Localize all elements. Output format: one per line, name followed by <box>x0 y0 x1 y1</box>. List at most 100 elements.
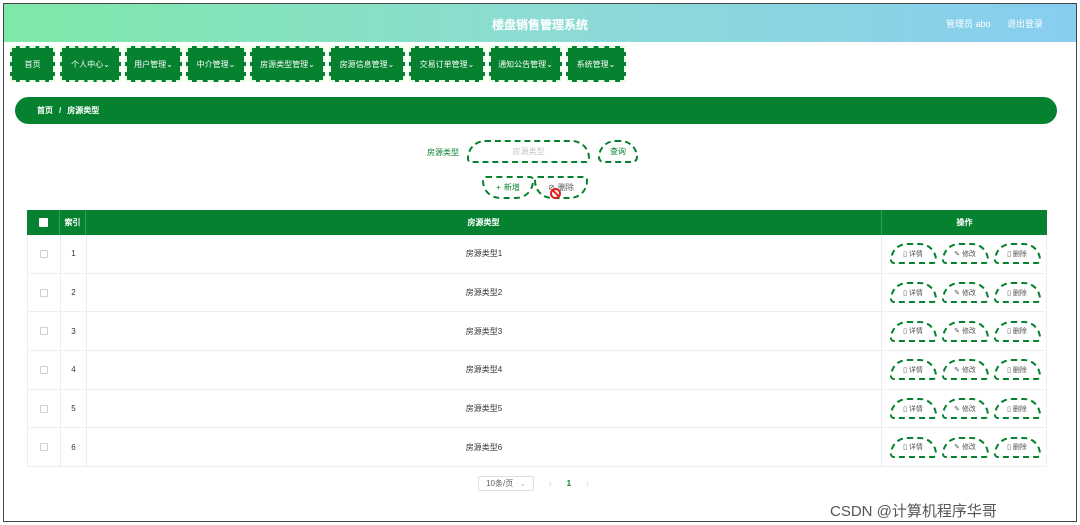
chevron-down-icon: ⌄ <box>467 59 475 69</box>
next-page-icon[interactable]: › <box>586 479 589 488</box>
row-type: 房源类型6 <box>86 428 882 467</box>
edit-icon: ✎ <box>954 444 960 452</box>
document-icon: ▯ <box>903 444 907 452</box>
header: 楼盘销售管理系统 管理员 abo 退出登录 <box>4 4 1076 42</box>
row-checkbox-cell <box>28 351 60 389</box>
row-checkbox-cell <box>28 312 60 350</box>
row-checkbox[interactable] <box>40 404 48 413</box>
detail-button[interactable]: ▯ 详情 <box>889 243 937 265</box>
nav-item-system[interactable]: 系统管理 ⌄ <box>566 46 626 82</box>
edit-button[interactable]: ✎ 修改 <box>941 320 989 342</box>
edit-button[interactable]: ✎ 修改 <box>941 282 989 304</box>
delete-button[interactable]: ⊘ 删除 <box>534 176 588 199</box>
row-checkbox[interactable] <box>40 327 48 336</box>
row-delete-button[interactable]: ▯ 删除 <box>993 320 1041 342</box>
app-title: 楼盘销售管理系统 <box>491 18 588 32</box>
search-input[interactable] <box>467 140 590 163</box>
row-ops: ▯ 详情 ✎ 修改 ▯ 删除 <box>882 390 1048 428</box>
edit-button[interactable]: ✎ 修改 <box>941 398 989 420</box>
trash-icon: ▯ <box>1007 405 1011 413</box>
nav-item-house-info[interactable]: 房源信息管理 ⌄ <box>329 46 405 82</box>
row-delete-button[interactable]: ▯ 删除 <box>993 359 1041 381</box>
row-checkbox[interactable] <box>40 288 48 297</box>
table-body: 1 房源类型1 ▯ 详情 ✎ 修改 ▯ 删除 2 房源类型2 ▯ 详情 ✎ 修改 ▯ 删除 … <box>27 235 1048 468</box>
trash-icon: ▯ <box>1007 444 1011 452</box>
chevron-down-icon: ⌄ <box>546 59 553 69</box>
header-type: 房源类型 <box>85 210 881 235</box>
edit-icon: ✎ <box>954 328 960 336</box>
edit-icon: ✎ <box>954 250 960 258</box>
detail-button[interactable]: ▯ 详情 <box>889 436 937 458</box>
row-delete-button[interactable]: ▯ 删除 <box>993 282 1041 304</box>
document-icon: ▯ <box>903 250 907 258</box>
table-row: 5 房源类型5 ▯ 详情 ✎ 修改 ▯ 删除 <box>27 389 1048 429</box>
detail-button[interactable]: ▯ 详情 <box>889 398 937 420</box>
breadcrumb: 首页 / 房源类型 <box>15 97 1057 124</box>
chevron-down-icon: ⌄ <box>608 59 616 69</box>
chevron-down-icon: ⌄ <box>228 59 236 69</box>
edit-icon: ✎ <box>954 366 960 374</box>
query-button[interactable]: 查询 <box>598 140 638 163</box>
row-type: 房源类型2 <box>86 273 882 312</box>
breadcrumb-home[interactable]: 首页 <box>37 105 53 116</box>
nav-item-profile[interactable]: 个人中心 ⌄ <box>60 46 121 82</box>
row-checkbox-cell <box>28 390 60 428</box>
row-checkbox[interactable] <box>40 365 48 374</box>
document-icon: ▯ <box>903 405 907 413</box>
row-checkbox-cell <box>28 428 60 466</box>
trash-icon: ▯ <box>1007 328 1011 336</box>
chevron-down-icon: ⌄ <box>308 59 315 69</box>
table-row: 3 房源类型3 ▯ 详情 ✎ 修改 ▯ 删除 <box>27 312 1048 352</box>
row-checkbox-cell <box>28 274 60 312</box>
document-icon: ▯ <box>903 328 907 336</box>
row-index: 2 <box>60 273 86 312</box>
page-number[interactable]: 1 <box>567 479 571 488</box>
chevron-down-icon: ⌄ <box>519 479 526 488</box>
select-all-cell <box>27 210 59 235</box>
edit-button[interactable]: ✎ 修改 <box>941 243 989 265</box>
row-checkbox[interactable] <box>40 443 48 452</box>
row-type: 房源类型4 <box>86 351 882 389</box>
row-delete-button[interactable]: ▯ 删除 <box>993 398 1041 420</box>
detail-button[interactable]: ▯ 详情 <box>889 320 937 342</box>
row-ops: ▯ 详情 ✎ 修改 ▯ 删除 <box>882 274 1048 312</box>
row-delete-button[interactable]: ▯ 删除 <box>993 243 1041 265</box>
house-type-table: 索引 房源类型 操作 1 房源类型1 ▯ 详情 ✎ 修改 ▯ 删除 2 房源类型2 ▯… <box>27 210 1048 468</box>
row-type: 房源类型3 <box>86 312 882 351</box>
table-row: 4 房源类型4 ▯ 详情 ✎ 修改 ▯ 删除 <box>27 351 1047 390</box>
row-ops: ▯ 详情 ✎ 修改 ▯ 删除 <box>882 428 1048 466</box>
row-delete-button[interactable]: ▯ 删除 <box>993 436 1041 458</box>
edit-button[interactable]: ✎ 修改 <box>941 359 989 381</box>
page-size-select[interactable]: 10条/页 ⌄ <box>478 476 534 491</box>
detail-button[interactable]: ▯ 详情 <box>889 359 937 381</box>
pagination: 10条/页 ⌄ ‹ 1 › <box>478 476 589 491</box>
trash-icon: ▯ <box>1007 250 1011 258</box>
table-row: 1 房源类型1 ▯ 详情 ✎ 修改 ▯ 删除 <box>27 235 1047 274</box>
chevron-down-icon: ⌄ <box>103 59 110 69</box>
nav-item-home[interactable]: 首页 <box>10 46 55 82</box>
prev-page-icon[interactable]: ‹ <box>549 479 552 488</box>
chevron-down-icon: ⌄ <box>387 59 395 69</box>
nav-item-orders[interactable]: 交易订单管理 ⌄ <box>409 46 485 82</box>
table-row: 6 房源类型6 ▯ 详情 ✎ 修改 ▯ 删除 <box>27 428 1048 468</box>
nav-item-house-types[interactable]: 房源类型管理 ⌄ <box>250 46 325 82</box>
row-ops: ▯ 详情 ✎ 修改 ▯ 删除 <box>882 312 1048 350</box>
add-button[interactable]: + 新增 <box>482 176 534 199</box>
header-index: 索引 <box>59 210 85 235</box>
breadcrumb-separator: / <box>59 106 62 115</box>
detail-button[interactable]: ▯ 详情 <box>889 282 937 304</box>
document-icon: ▯ <box>903 289 907 297</box>
select-all-checkbox[interactable] <box>38 218 48 227</box>
nav-item-users[interactable]: 用户管理 ⌄ <box>125 46 182 82</box>
edit-button[interactable]: ✎ 修改 <box>941 436 989 458</box>
row-checkbox[interactable] <box>40 249 48 258</box>
logout-link[interactable]: 退出登录 <box>1007 17 1043 30</box>
nav-item-notices[interactable]: 通知公告管理 ⌄ <box>489 46 562 82</box>
row-type: 房源类型1 <box>86 235 882 273</box>
trash-icon: ▯ <box>1007 366 1011 374</box>
watermark: CSDN @计算机程序华哥 <box>830 503 997 520</box>
breadcrumb-current: 房源类型 <box>67 106 100 115</box>
row-type: 房源类型5 <box>86 389 882 428</box>
nav-item-agents[interactable]: 中介管理 ⌄ <box>186 46 246 82</box>
row-index: 4 <box>60 351 86 389</box>
